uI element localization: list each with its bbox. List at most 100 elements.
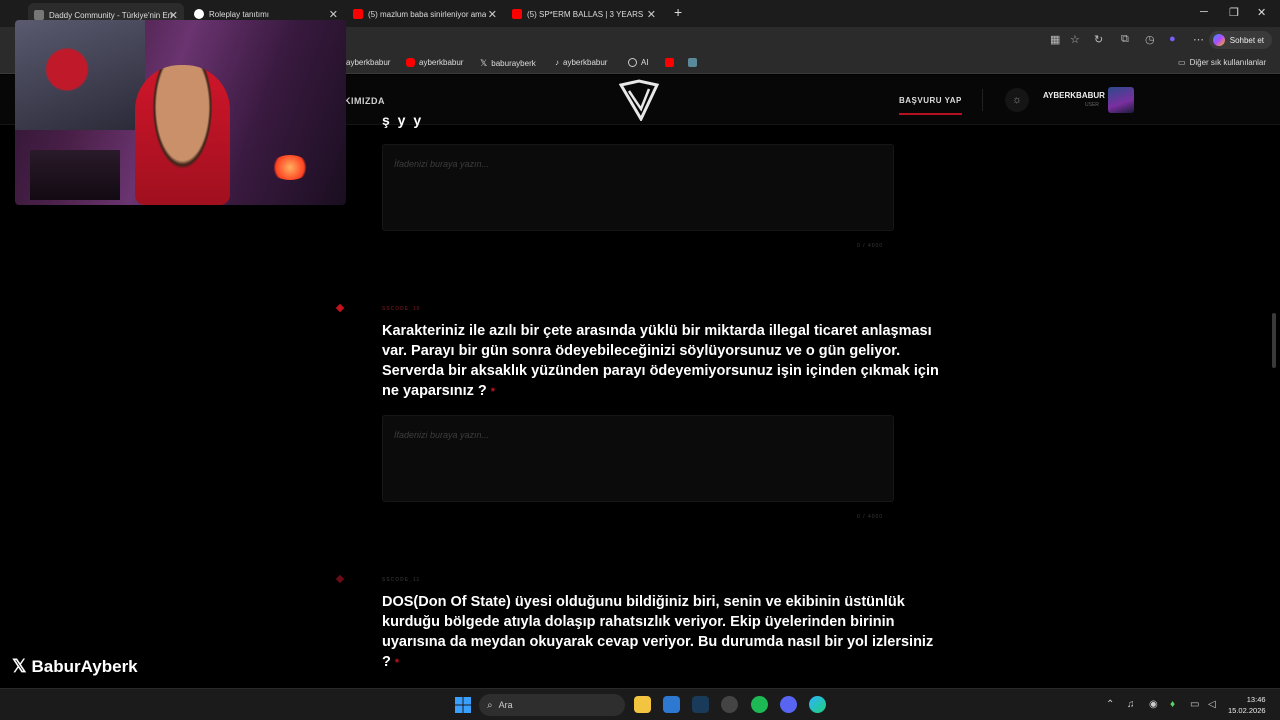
social-handle-overlay: 𝕏 BaburAyberk (12, 656, 138, 677)
tab-close-icon[interactable]: ✕ (488, 8, 497, 21)
sun-icon: ☼ (1011, 94, 1023, 106)
file-explorer-icon[interactable] (634, 696, 651, 713)
question-code: SSCODE_11 (382, 577, 421, 583)
streamer (135, 65, 230, 205)
answer-textarea[interactable]: İfadenizi buraya yazın... (382, 415, 894, 502)
more-menu-icon[interactable]: ⋯ (1193, 33, 1204, 46)
site-favicon-icon (194, 9, 204, 19)
question-text: DOS(Don Of State) üyesi olduğunu bildiği… (382, 592, 942, 673)
tab-title: (5) SP*ERM BALLAS | 3 YEARS OLD (527, 9, 645, 19)
taskbar: ⌕ Ara ⌃ ♫ ◉ ♦ ▭ ◁ 13:46 15.02.2026 (0, 688, 1280, 720)
bookmark-item[interactable]: ayberkbabur (346, 58, 390, 67)
wall-painting (15, 20, 145, 130)
history-icon[interactable]: ◷ (1145, 33, 1155, 46)
edge-icon[interactable] (809, 696, 826, 713)
question-label: Karakteriniz ile azılı bir çete arasında… (382, 323, 939, 399)
youtube-icon (512, 9, 522, 19)
username[interactable]: AYBERKBABUR (1043, 91, 1105, 100)
folder-icon: ▭ (1178, 58, 1186, 67)
split-screen-icon[interactable]: ▦ (1050, 33, 1060, 46)
youtube-icon (406, 58, 415, 67)
x-logo-icon: 𝕏 (480, 58, 488, 68)
other-bookmarks[interactable]: ▭ Diğer sık kullanılanlar (1178, 58, 1266, 67)
question-text-partial: ş y y (382, 112, 424, 128)
lamp (270, 155, 310, 180)
theme-toggle-button[interactable]: ☼ (1005, 88, 1029, 112)
tab-title: Daddy Community - Türkiye'nin En (49, 10, 173, 20)
site-logo[interactable] (619, 79, 659, 121)
bookmark-item[interactable]: 𝕏baburayberk (480, 58, 536, 69)
refresh-icon[interactable]: ↻ (1094, 33, 1103, 46)
user-role: USER (1085, 102, 1099, 108)
bookmark-item[interactable]: ayberkbabur (406, 58, 463, 67)
restore-icon[interactable]: ❐ (1229, 6, 1239, 19)
copilot-button[interactable]: Sohbet et (1208, 31, 1272, 49)
bookmark-app[interactable] (688, 58, 701, 67)
tab-close-icon[interactable]: ✕ (647, 8, 656, 21)
windows-start-icon[interactable] (455, 697, 471, 713)
youtube-icon (353, 9, 363, 19)
application-form: ş y y İfadenizi buraya yazın... 0 / 4000… (0, 112, 1280, 686)
photos-icon[interactable] (663, 696, 680, 713)
question-label: DOS(Don Of State) üyesi olduğunu bildiği… (382, 594, 934, 670)
app-icon[interactable] (721, 696, 738, 713)
volume-icon[interactable]: ♫ (1127, 699, 1135, 710)
webcam-overlay (15, 20, 346, 205)
taskbar-search[interactable]: ⌕ Ara (479, 694, 625, 716)
question-marker (335, 574, 345, 584)
discord-icon[interactable] (780, 696, 797, 713)
bookmark-label: AI (641, 58, 649, 67)
question-code: SSCODE_10 (382, 306, 421, 312)
youtube-icon (665, 58, 674, 67)
apply-nav-link[interactable]: BAŞVURU YAP (899, 96, 962, 105)
bookmark-item[interactable]: AI (628, 58, 649, 67)
new-tab-icon[interactable]: + (674, 4, 682, 20)
network-icon[interactable]: ▭ (1190, 699, 1199, 710)
favorite-star-icon[interactable]: ☆ (1070, 33, 1080, 46)
avatar[interactable] (1108, 87, 1134, 113)
tiktok-icon: ♪ (555, 58, 559, 67)
bookmark-youtube[interactable] (665, 58, 678, 67)
required-marker: * (490, 386, 496, 398)
taskbar-clock[interactable]: 13:46 15.02.2026 (1228, 694, 1266, 716)
close-window-icon[interactable]: ✕ (1257, 6, 1266, 19)
character-counter: 0 / 4000 (857, 243, 884, 249)
bookmark-label: baburayberk (491, 59, 536, 68)
discord-tray-icon[interactable]: ◉ (1149, 699, 1158, 710)
bookmark-label: ayberkbabur (346, 58, 391, 67)
microphone-icon[interactable]: ♦ (1170, 699, 1175, 710)
bookmark-item[interactable]: ♪ ayberkbabur (555, 58, 607, 67)
speaker-icon[interactable]: ◁ (1208, 699, 1216, 710)
question-marker (335, 303, 345, 313)
copilot-icon (1212, 34, 1225, 46)
extensions-icon[interactable]: ⧉ (1121, 33, 1129, 46)
answer-textarea[interactable]: İfadenizi buraya yazın... (382, 144, 894, 231)
required-marker: * (394, 657, 400, 669)
bookmark-label: ayberkbabur (563, 58, 608, 67)
bookmark-label: ayberkbabur (419, 58, 464, 67)
nav-link-about[interactable]: KIMIZDA (344, 96, 385, 106)
steam-icon[interactable] (692, 696, 709, 713)
tab-youtube-1[interactable]: (5) mazlum baba sinirleniyor ama ✕ (347, 4, 503, 24)
header-divider (982, 89, 983, 111)
shelf (30, 150, 120, 200)
app-icon (688, 58, 697, 67)
profile-icon[interactable]: ● (1169, 33, 1176, 45)
tab-close-icon[interactable]: ✕ (329, 8, 338, 21)
x-logo-icon: 𝕏 (12, 656, 27, 676)
search-label: Ara (498, 700, 513, 710)
tab-title: (5) mazlum baba sinirleniyor ama (368, 9, 486, 19)
tab-title: Roleplay tanıtımı (209, 9, 270, 19)
clock-date: 15.02.2026 (1228, 706, 1266, 715)
page-scrollbar[interactable] (1272, 313, 1276, 368)
spotify-icon[interactable] (751, 696, 768, 713)
copilot-label: Sohbet et (1229, 35, 1264, 45)
minimize-icon[interactable]: ─ (1200, 6, 1208, 18)
clock-time: 13:46 (1246, 695, 1266, 704)
handle-text: BaburAyberk (31, 656, 138, 676)
question-text: Karakteriniz ile azılı bir çete arasında… (382, 321, 942, 402)
search-icon: ⌕ (487, 699, 493, 711)
tab-youtube-2[interactable]: (5) SP*ERM BALLAS | 3 YEARS OLD ✕ (506, 4, 662, 24)
chevron-up-icon[interactable]: ⌃ (1106, 699, 1114, 710)
active-nav-underline (899, 113, 962, 115)
